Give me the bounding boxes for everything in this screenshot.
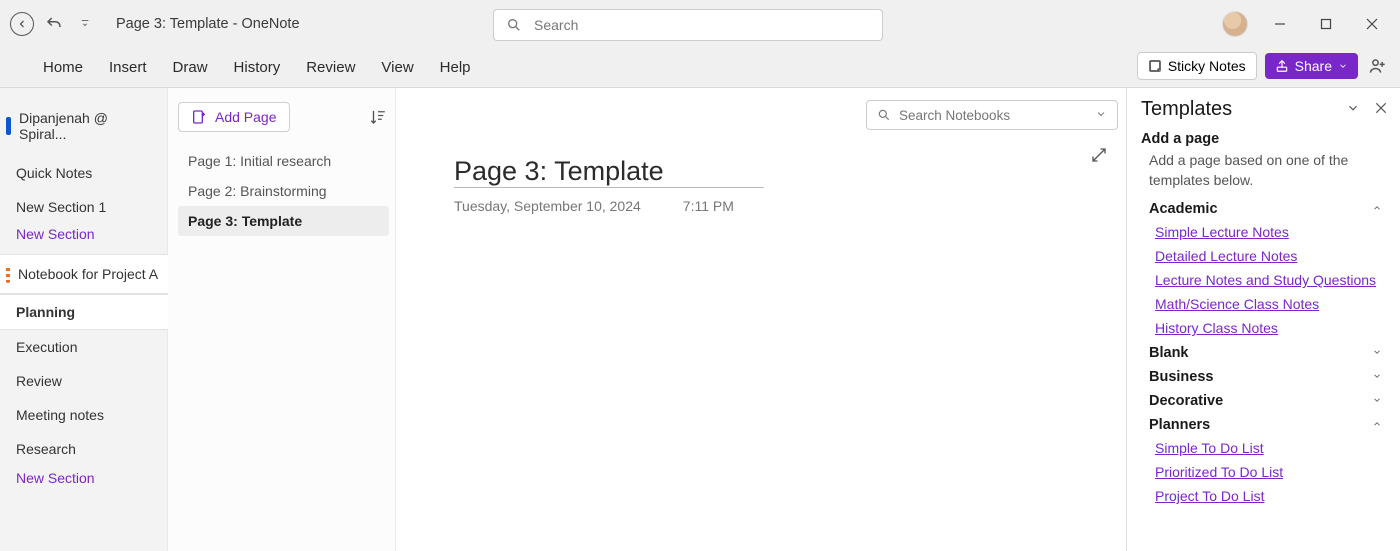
section-new-section-2[interactable]: New Section (0, 466, 167, 495)
notebook-header[interactable]: Dipanjenah @ Spiral... (0, 106, 167, 156)
template-category-planners[interactable]: Planners (1141, 412, 1396, 436)
page-item-3[interactable]: Page 3: Template (178, 206, 389, 236)
sticky-notes-label: Sticky Notes (1168, 58, 1246, 74)
share-label: Share (1295, 58, 1332, 74)
section-review[interactable]: Review (0, 364, 167, 398)
chevron-down-icon (1338, 61, 1348, 71)
template-category-decorative[interactable]: Decorative (1141, 388, 1396, 412)
template-link[interactable]: Lecture Notes and Study Questions (1141, 268, 1396, 292)
template-category-label: Planners (1149, 417, 1210, 433)
notebook-sidebar: Dipanjenah @ Spiral... Quick Notes New S… (0, 88, 168, 551)
section-meeting-notes[interactable]: Meeting notes (0, 398, 167, 432)
chevron-down-icon[interactable] (1346, 101, 1360, 118)
sticky-notes-button[interactable]: Sticky Notes (1137, 52, 1257, 80)
template-link[interactable]: Simple Lecture Notes (1141, 220, 1396, 244)
expand-page-icon[interactable] (1090, 146, 1110, 166)
page-item-1[interactable]: Page 1: Initial research (178, 146, 389, 176)
template-category-business[interactable]: Business (1141, 364, 1396, 388)
chevron-down-icon (1095, 108, 1107, 123)
undo-button[interactable] (44, 14, 64, 34)
template-category-label: Blank (1149, 345, 1189, 361)
section-planning[interactable]: Planning (0, 294, 168, 330)
search-icon (506, 17, 522, 33)
templates-title: Templates (1141, 98, 1232, 121)
template-category-blank[interactable]: Blank (1141, 340, 1396, 364)
templates-description: Add a page based on one of the templates… (1141, 147, 1396, 196)
section-quick-notes[interactable]: Quick Notes (0, 156, 167, 190)
maximize-button[interactable] (1312, 10, 1340, 38)
sort-pages-button[interactable] (367, 106, 389, 128)
notebook-name-2: Notebook for Project A (18, 266, 158, 282)
templates-subtitle: Add a page (1141, 121, 1396, 147)
chevron-down-icon (1372, 347, 1382, 360)
page-time: 7:11 PM (683, 198, 734, 214)
page-list: Add Page Page 1: Initial research Page 2… (168, 88, 396, 551)
page-canvas[interactable]: Search Notebooks Page 3: Template Tuesda… (396, 88, 1126, 551)
template-link[interactable]: Detailed Lecture Notes (1141, 244, 1396, 268)
chevron-up-icon (1372, 203, 1382, 216)
notebook-name: Dipanjenah @ Spiral... (19, 110, 159, 142)
search-placeholder: Search (534, 17, 578, 33)
tab-help[interactable]: Help (427, 48, 484, 88)
close-button[interactable] (1358, 10, 1386, 38)
add-page-icon (191, 109, 207, 125)
template-link[interactable]: History Class Notes (1141, 316, 1396, 340)
add-page-button[interactable]: Add Page (178, 102, 290, 132)
ribbon: Home Insert Draw History Review View Hel… (0, 48, 1400, 88)
tab-insert[interactable]: Insert (96, 48, 160, 88)
add-page-label: Add Page (215, 109, 277, 125)
notebook-color-indicator (6, 117, 11, 135)
template-link[interactable]: Prioritized To Do List (1141, 460, 1396, 484)
page-date: Tuesday, September 10, 2024 (454, 198, 641, 214)
close-icon[interactable] (1374, 101, 1388, 118)
notebook-project-a[interactable]: Notebook for Project A (0, 254, 168, 294)
chevron-down-icon (1372, 395, 1382, 408)
chevron-up-icon (1372, 419, 1382, 432)
user-avatar[interactable] (1222, 11, 1248, 37)
back-button[interactable] (10, 12, 34, 36)
minimize-button[interactable] (1266, 10, 1294, 38)
share-icon (1275, 59, 1289, 73)
section-execution[interactable]: Execution (0, 330, 167, 364)
section-new-section[interactable]: New Section (0, 224, 167, 254)
quick-access-dropdown[interactable] (74, 18, 96, 31)
share-button[interactable]: Share (1265, 53, 1358, 79)
page-item-2[interactable]: Page 2: Brainstorming (178, 176, 389, 206)
template-category-label: Business (1149, 369, 1213, 385)
notebook-color-indicator-2 (6, 265, 10, 283)
template-category-label: Decorative (1149, 393, 1223, 409)
tab-view[interactable]: View (368, 48, 426, 88)
templates-pane: Templates Add a page Add a page based on… (1126, 88, 1400, 551)
template-link[interactable]: Project To Do List (1141, 484, 1396, 508)
tab-home[interactable]: Home (30, 48, 96, 88)
global-search[interactable]: Search (493, 9, 883, 41)
search-notebooks-placeholder: Search Notebooks (899, 108, 1010, 123)
tab-history[interactable]: History (221, 48, 294, 88)
tab-review[interactable]: Review (293, 48, 368, 88)
window-title: Page 3: Template - OneNote (116, 16, 300, 32)
search-icon (877, 108, 891, 122)
section-research[interactable]: Research (0, 432, 167, 466)
template-category-academic[interactable]: Academic (1141, 196, 1396, 220)
tab-draw[interactable]: Draw (160, 48, 221, 88)
template-link[interactable]: Math/Science Class Notes (1141, 292, 1396, 316)
titlebar: Page 3: Template - OneNote Search (0, 0, 1400, 48)
section-new-section-1[interactable]: New Section 1 (0, 190, 167, 224)
collaborators-icon[interactable] (1366, 54, 1390, 78)
search-notebooks[interactable]: Search Notebooks (866, 100, 1118, 130)
template-category-label: Academic (1149, 201, 1218, 217)
sticky-note-icon (1148, 59, 1162, 73)
chevron-down-icon (1372, 371, 1382, 384)
template-link[interactable]: Simple To Do List (1141, 436, 1396, 460)
page-title[interactable]: Page 3: Template (454, 88, 764, 188)
